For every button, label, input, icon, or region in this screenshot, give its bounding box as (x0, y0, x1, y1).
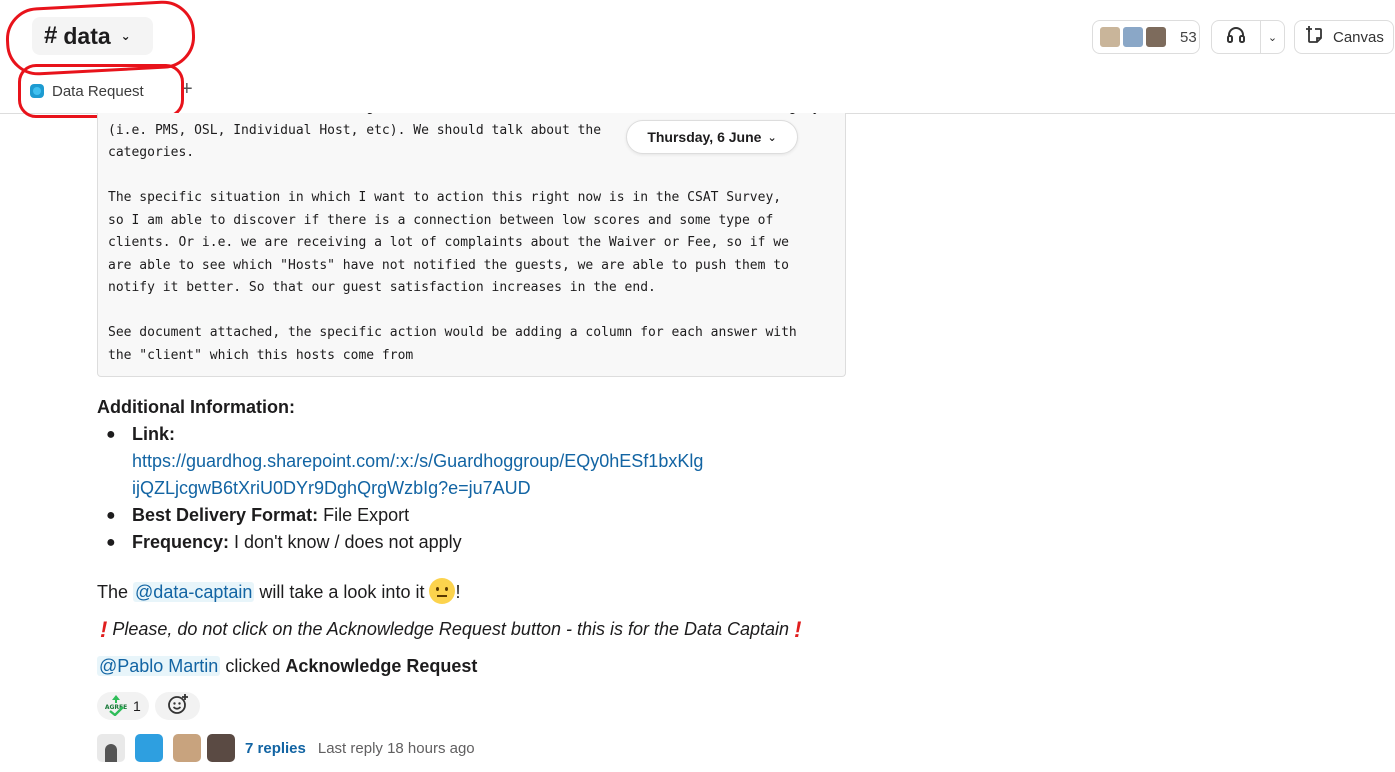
frequency-value: I don't know / does not apply (229, 532, 462, 552)
list-item: ● Link: https://guardhog.sharepoint.com/… (106, 421, 866, 502)
thinking-face-icon (429, 578, 456, 604)
chevron-down-icon[interactable]: ⌄ (1261, 31, 1284, 44)
canvas-icon (1305, 25, 1325, 49)
list-item: ● Best Delivery Format: File Export (106, 502, 866, 529)
huddle-button[interactable]: ⌄ (1211, 20, 1285, 54)
avatar (1099, 26, 1121, 48)
channel-tabs-bar (0, 67, 1395, 114)
replies-link[interactable]: 7 replies (245, 740, 306, 757)
chevron-down-icon: ⌄ (767, 131, 777, 144)
reaction-count: 1 (133, 698, 141, 714)
svg-text:AGREE: AGREE (105, 704, 127, 711)
text: The (97, 582, 134, 602)
member-count: 53 (1180, 28, 1197, 46)
avatar (97, 734, 125, 762)
last-reply-time: Last reply 18 hours ago (317, 739, 475, 757)
sharepoint-link[interactable]: https://guardhog.sharepoint.com/:x:/s/Gu… (132, 451, 703, 498)
add-reaction-button[interactable] (155, 692, 200, 720)
acknowledge-line: @Pablo Martin clicked Acknowledge Reques… (97, 653, 477, 680)
info-list: ● Link: https://guardhog.sharepoint.com/… (106, 421, 866, 556)
text: clicked (220, 656, 286, 676)
exclamation-icon: ! (100, 617, 108, 642)
text: will take a look into it (254, 582, 430, 602)
headphones-icon (1212, 25, 1260, 50)
warning-line: ! Please, do not click on the Acknowledg… (100, 616, 801, 643)
canvas-button[interactable]: Canvas (1294, 20, 1394, 54)
members-button[interactable]: 53 (1092, 20, 1200, 54)
avatar (1145, 26, 1167, 48)
avatar (207, 734, 235, 762)
add-emoji-icon (167, 693, 189, 720)
captain-line: The @data-captain will take a look into … (97, 578, 460, 606)
format-label: Best Delivery Format: (132, 505, 319, 525)
exclamation-icon: ! (794, 617, 802, 642)
reaction-agree[interactable]: AGREE 1 (97, 692, 149, 720)
bullet-icon: ● (106, 507, 116, 524)
bullet-icon: ● (106, 534, 116, 551)
format-value: File Export (318, 505, 410, 525)
warning-text: Please, do not click on the Acknowledge … (112, 619, 790, 639)
list-item: ● Frequency: I don't know / does not app… (106, 529, 866, 556)
link-label: Link: (132, 424, 175, 444)
red-annotation-circle (18, 64, 184, 118)
bullet-icon: ● (106, 426, 116, 443)
text: ! (455, 582, 461, 602)
thread-summary[interactable]: 7 replies Last reply 18 hours ago (97, 734, 475, 762)
date-label: Thursday, 6 June (647, 129, 762, 145)
canvas-label: Canvas (1333, 28, 1384, 46)
avatar (173, 734, 201, 762)
frequency-label: Frequency: (132, 532, 230, 552)
date-divider-button[interactable]: Thursday, 6 June ⌄ (626, 120, 798, 154)
agree-icon: AGREE (105, 694, 127, 719)
avatar (1122, 26, 1144, 48)
additional-info-heading: Additional Information: (97, 397, 295, 417)
acknowledge-action: Acknowledge Request (285, 656, 478, 676)
bot-avatar (135, 734, 163, 762)
mention-data-captain[interactable]: @data-captain (133, 582, 255, 602)
mention-pablo-martin[interactable]: @Pablo Martin (97, 656, 221, 676)
